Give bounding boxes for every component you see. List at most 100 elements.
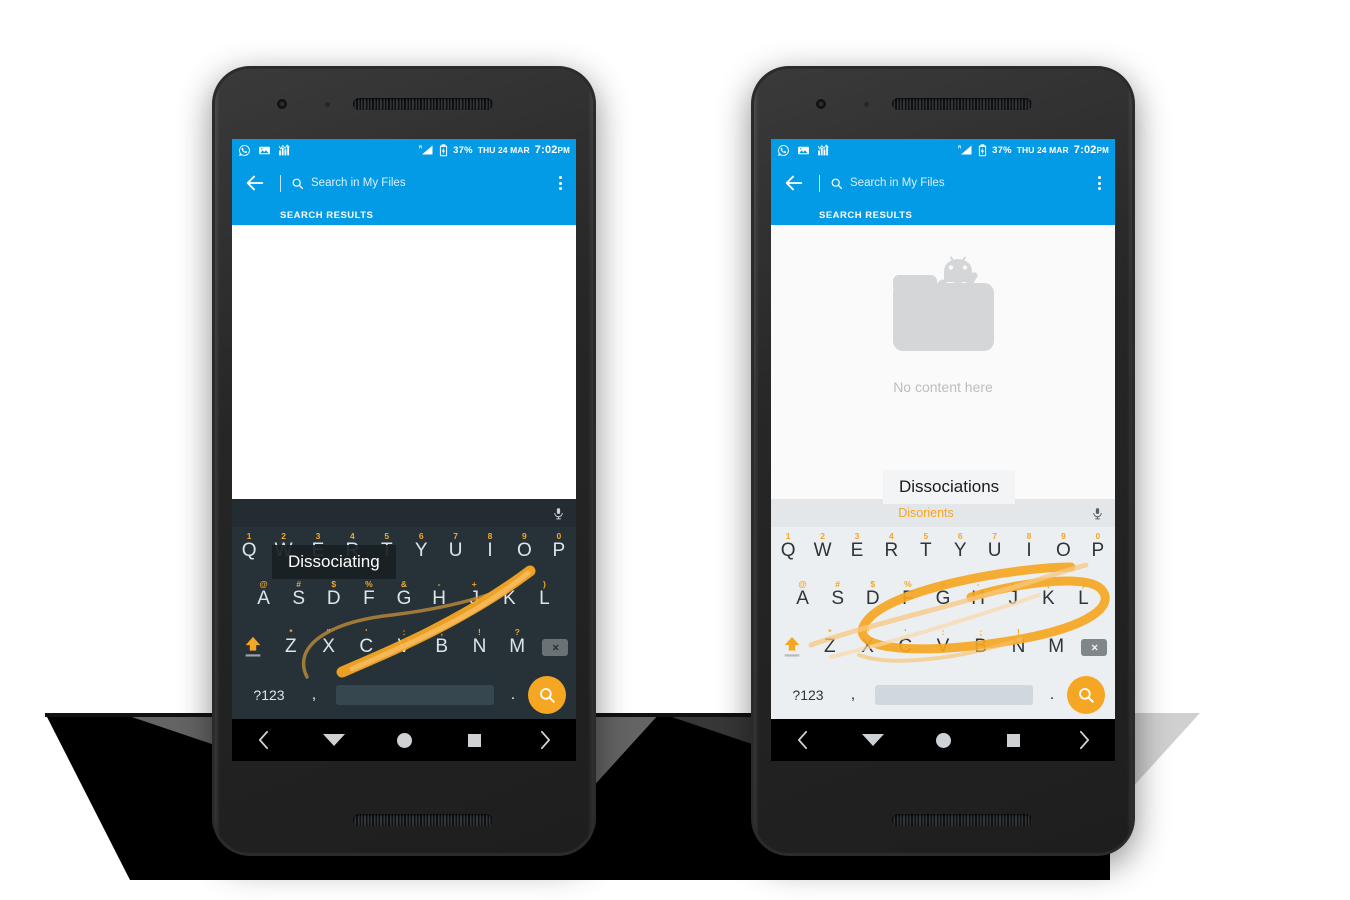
suggestion-slot-2[interactable]: Disorients	[874, 506, 977, 520]
space-key[interactable]	[336, 685, 494, 705]
period-key[interactable]: .	[498, 686, 528, 704]
key-label: U	[987, 540, 1002, 561]
key-C[interactable]: ' C	[886, 624, 924, 670]
overflow-menu-icon[interactable]	[1096, 174, 1103, 192]
key-T[interactable]: 5T	[909, 528, 943, 574]
key-L[interactable]: ) L	[1066, 576, 1101, 622]
key-hint: &	[400, 579, 408, 589]
nav-chevron-left-icon[interactable]	[785, 723, 819, 757]
backspace-key[interactable]	[1075, 638, 1113, 656]
key-F[interactable]: % F	[890, 576, 925, 622]
search-enter-key[interactable]	[528, 676, 566, 714]
period-key[interactable]: .	[1037, 686, 1067, 704]
key-O[interactable]: 9O	[507, 528, 541, 574]
tab-search-results[interactable]: SEARCH RESULTS	[771, 205, 1115, 223]
nav-chevron-right-icon[interactable]	[1067, 723, 1101, 757]
nav-home-icon[interactable]	[926, 723, 960, 757]
key-B[interactable]: ; B	[962, 624, 1000, 670]
battery-percent: 37%	[453, 144, 473, 156]
nav-recents-icon[interactable]	[458, 723, 492, 757]
key-U[interactable]: 7U	[977, 528, 1011, 574]
space-key[interactable]	[875, 685, 1033, 705]
key-K[interactable]: (K	[492, 576, 527, 622]
backspace-key[interactable]	[536, 638, 574, 656]
key-hint: 2	[820, 531, 825, 541]
key-Z[interactable]: * Z	[272, 624, 310, 670]
voice-input-icon[interactable]	[1081, 505, 1115, 522]
nav-hide-keyboard-icon[interactable]	[317, 723, 351, 757]
key-D[interactable]: $ D	[316, 576, 351, 622]
overflow-menu-icon[interactable]	[557, 174, 564, 192]
key-label: A	[796, 588, 809, 609]
shift-key[interactable]	[234, 635, 272, 659]
symbols-key[interactable]: ?123	[781, 687, 835, 703]
key-N[interactable]: ! N	[1000, 624, 1038, 670]
key-Y[interactable]: 6Y	[404, 528, 438, 574]
key-X[interactable]: " X	[849, 624, 887, 670]
key-J[interactable]: + J	[996, 576, 1031, 622]
key-V[interactable]: :V	[924, 624, 962, 670]
search-icon	[292, 178, 304, 189]
key-I[interactable]: 8I	[1012, 528, 1046, 574]
nav-home-icon[interactable]	[387, 723, 421, 757]
status-bar: R 37% THU 24 MAR 7:02PM	[771, 139, 1115, 161]
key-I[interactable]: 8I	[473, 528, 507, 574]
key-Q[interactable]: 1Q	[232, 528, 266, 574]
comma-key[interactable]: ,	[296, 686, 332, 704]
key-R[interactable]: 4R	[874, 528, 908, 574]
key-S[interactable]: # S	[281, 576, 316, 622]
key-K[interactable]: (K	[1031, 576, 1066, 622]
search-cursor	[280, 174, 281, 192]
voice-input-icon[interactable]	[542, 505, 576, 522]
suggestion-strip	[232, 499, 576, 527]
nav-recents-icon[interactable]	[997, 723, 1031, 757]
shift-key[interactable]	[773, 635, 811, 659]
key-V[interactable]: :V	[385, 624, 423, 670]
key-G[interactable]: & G	[925, 576, 960, 622]
symbols-key[interactable]: ?123	[242, 687, 296, 703]
key-Y[interactable]: 6Y	[943, 528, 977, 574]
key-hint: 0	[1095, 531, 1101, 541]
search-input[interactable]: Search in My Files	[850, 177, 945, 189]
key-D[interactable]: $ D	[855, 576, 890, 622]
key-W[interactable]: 2W	[805, 528, 839, 574]
search-enter-key[interactable]	[1067, 676, 1105, 714]
key-E[interactable]: 3E	[840, 528, 874, 574]
search-input[interactable]: Search in My Files	[311, 177, 406, 189]
nav-hide-keyboard-icon[interactable]	[856, 723, 890, 757]
nav-chevron-left-icon[interactable]	[246, 723, 280, 757]
key-B[interactable]: ; B	[423, 624, 461, 670]
key-M[interactable]: ? M	[498, 624, 536, 670]
key-Q[interactable]: 1Q	[771, 528, 805, 574]
key-Z[interactable]: * Z	[811, 624, 849, 670]
key-A[interactable]: @ A	[246, 576, 281, 622]
key-label: U	[448, 540, 463, 561]
key-M[interactable]: ? M	[1037, 624, 1075, 670]
key-A[interactable]: @ A	[785, 576, 820, 622]
key-O[interactable]: 9O	[1046, 528, 1080, 574]
bezel-left-edge	[754, 69, 759, 853]
status-date: THU 24 MAR	[477, 145, 530, 155]
key-label: P	[1091, 540, 1105, 561]
left-phone-screen: R 37% THU 24 MAR 7:02PM Search in My Fil…	[232, 139, 576, 761]
key-H[interactable]: -H	[422, 576, 457, 622]
key-hint: 6	[957, 531, 963, 541]
key-N[interactable]: ! N	[461, 624, 499, 670]
key-S[interactable]: # S	[820, 576, 855, 622]
key-H[interactable]: -H	[961, 576, 996, 622]
key-P[interactable]: 0P	[542, 528, 576, 574]
back-arrow-icon[interactable]	[244, 172, 266, 194]
nav-chevron-right-icon[interactable]	[528, 723, 562, 757]
key-C[interactable]: ' C	[347, 624, 385, 670]
key-P[interactable]: 0P	[1081, 528, 1115, 574]
key-J[interactable]: + J	[457, 576, 492, 622]
key-label: T	[919, 540, 932, 561]
key-X[interactable]: " X	[310, 624, 348, 670]
key-G[interactable]: & G	[386, 576, 421, 622]
key-U[interactable]: 7U	[438, 528, 472, 574]
tab-search-results[interactable]: SEARCH RESULTS	[232, 205, 576, 223]
comma-key[interactable]: ,	[835, 686, 871, 704]
key-F[interactable]: % F	[351, 576, 386, 622]
key-L[interactable]: ) L	[527, 576, 562, 622]
back-arrow-icon[interactable]	[783, 172, 805, 194]
